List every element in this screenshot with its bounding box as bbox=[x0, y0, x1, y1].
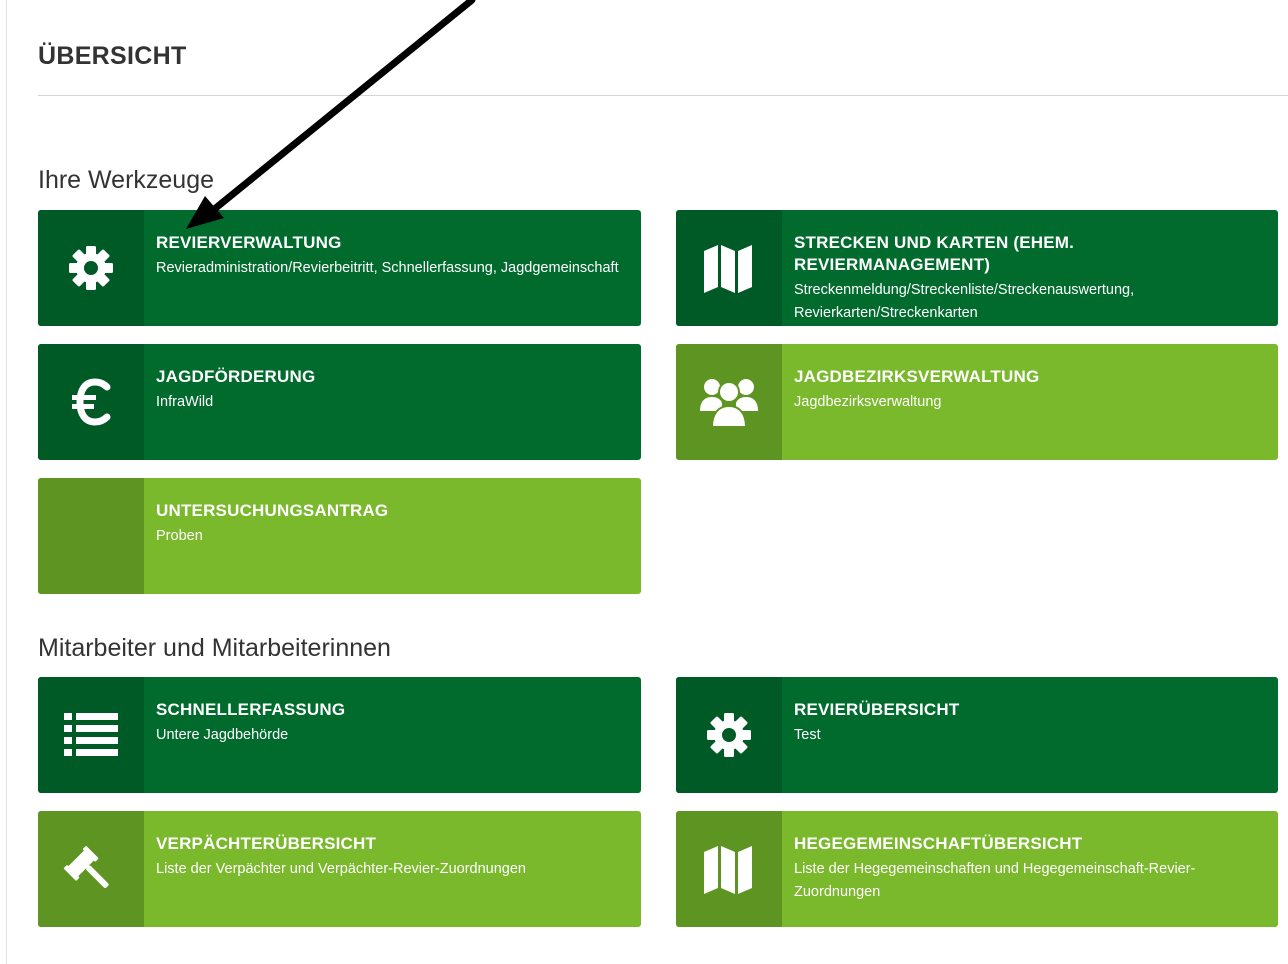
euro-icon bbox=[38, 344, 144, 460]
tile-body: STRECKEN UND KARTEN (EHEM. REVIERMANAGEM… bbox=[782, 210, 1278, 326]
tile-description: InfraWild bbox=[156, 394, 214, 410]
tile-body: JAGDFÖRDERUNG InfraWild bbox=[144, 344, 327, 460]
tile-jagdbezirksverwaltung[interactable]: JAGDBEZIRKSVERWALTUNG Jagdbezirksverwalt… bbox=[676, 344, 1278, 460]
map-icon bbox=[676, 811, 782, 927]
tile-body: VERPÄCHTERÜBERSICHT Liste der Verpächter… bbox=[144, 811, 538, 927]
tile-icon-empty bbox=[38, 478, 144, 594]
tile-schnellerfassung[interactable]: SCHNELLERFASSUNG Untere Jagdbehörde bbox=[38, 677, 641, 793]
left-border bbox=[6, 0, 7, 964]
title-divider bbox=[38, 95, 1288, 96]
tile-jagdfoerderung[interactable]: JAGDFÖRDERUNG InfraWild bbox=[38, 344, 641, 460]
tile-description: Proben bbox=[156, 528, 203, 544]
gavel-icon bbox=[38, 811, 144, 927]
users-icon bbox=[676, 344, 782, 460]
tile-description: Liste der Verpächter und Verpächter-Revi… bbox=[156, 861, 526, 877]
tile-body: SCHNELLERFASSUNG Untere Jagdbehörde bbox=[144, 677, 357, 793]
tile-description: Liste der Hegegemeinschaften und Hegegem… bbox=[794, 861, 1196, 900]
tile-body: JAGDBEZIRKSVERWALTUNG Jagdbezirksverwalt… bbox=[782, 344, 1051, 460]
map-icon bbox=[676, 210, 782, 326]
tile-body: HEGEGEMEINSCHAFTÜBERSICHT Liste der Hege… bbox=[782, 811, 1278, 927]
tile-body: UNTERSUCHUNGSANTRAG Proben bbox=[144, 478, 400, 594]
tile-title: SCHNELLERFASSUNG bbox=[156, 700, 346, 719]
tile-title: JAGDBEZIRKSVERWALTUNG bbox=[794, 367, 1040, 386]
tile-title: UNTERSUCHUNGSANTRAG bbox=[156, 501, 389, 520]
tile-body: REVIERVERWALTUNG Revieradministration/Re… bbox=[144, 210, 631, 326]
tile-description: Revieradministration/Revierbeitritt, Sch… bbox=[156, 260, 619, 276]
list-icon bbox=[38, 677, 144, 793]
tile-title: VERPÄCHTERÜBERSICHT bbox=[156, 834, 377, 853]
tile-body: REVIERÜBERSICHT Test bbox=[782, 677, 971, 793]
tile-verpaechteruebersicht[interactable]: VERPÄCHTERÜBERSICHT Liste der Verpächter… bbox=[38, 811, 641, 927]
tile-title: HEGEGEMEINSCHAFTÜBERSICHT bbox=[794, 834, 1083, 853]
tile-revierverwaltung[interactable]: REVIERVERWALTUNG Revieradministration/Re… bbox=[38, 210, 641, 326]
tile-strecken-und-karten[interactable]: STRECKEN UND KARTEN (EHEM. REVIERMANAGEM… bbox=[676, 210, 1278, 326]
tile-description: Jagdbezirksverwaltung bbox=[794, 394, 942, 410]
section-heading-tools: Ihre Werkzeuge bbox=[38, 166, 215, 194]
tile-description: Streckenmeldung/Streckenliste/Streckenau… bbox=[794, 282, 1135, 321]
gear-icon bbox=[676, 677, 782, 793]
page-title: ÜBERSICHT bbox=[38, 42, 187, 70]
tile-title: REVIERVERWALTUNG bbox=[156, 233, 342, 252]
tile-untersuchungsantrag[interactable]: UNTERSUCHUNGSANTRAG Proben bbox=[38, 478, 641, 594]
section-heading-staff: Mitarbeiter und Mitarbeiterinnen bbox=[38, 634, 391, 662]
tile-description: Test bbox=[794, 727, 821, 743]
tile-description: Untere Jagdbehörde bbox=[156, 727, 289, 743]
tile-hegegemeinschaftuebersicht[interactable]: HEGEGEMEINSCHAFTÜBERSICHT Liste der Hege… bbox=[676, 811, 1278, 927]
tile-revieruebersicht[interactable]: REVIERÜBERSICHT Test bbox=[676, 677, 1278, 793]
tile-title: JAGDFÖRDERUNG bbox=[156, 367, 316, 386]
tile-title: STRECKEN UND KARTEN (EHEM. REVIERMANAGEM… bbox=[794, 233, 1075, 274]
tile-title: REVIERÜBERSICHT bbox=[794, 700, 960, 719]
gear-icon bbox=[38, 210, 144, 326]
